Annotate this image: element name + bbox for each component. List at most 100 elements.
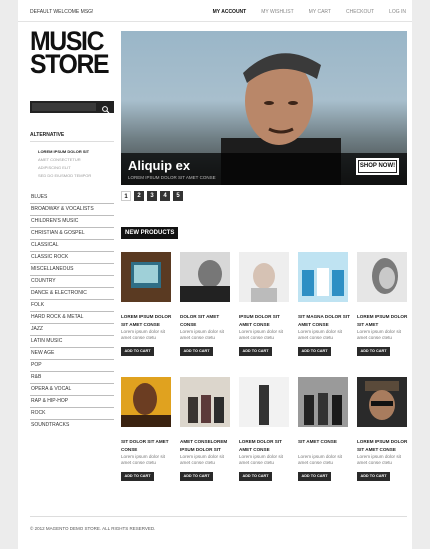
search-input[interactable] [32,103,96,111]
product-thumbnail[interactable] [121,377,171,427]
store-logo[interactable]: MUSIC STORE [30,28,110,79]
product-thumbnail[interactable] [298,252,348,302]
product-card: LOREM DOLOR SIT AMET CONSE Lorem ipsum d… [239,377,291,481]
pager-dot[interactable]: 3 [147,191,157,201]
category-item[interactable]: MISCELLANEOUS [30,264,114,276]
search-box [30,101,114,114]
product-desc: Lorem ipsum dolor sit amet conse ctetu [239,329,283,340]
product-name[interactable]: SIT AMET CONSE [298,438,350,454]
product-thumbnail[interactable] [180,252,230,302]
product-card: AMET CONSELOREM IPSUM DOLOR SIT Lorem ip… [180,377,232,481]
category-item[interactable]: CHRISTIAN & GOSPEL [30,228,114,240]
add-to-cart-button[interactable]: ADD TO CART [298,347,331,356]
search-icon[interactable] [101,102,111,114]
pager-dot[interactable]: 1 [121,191,131,201]
welcome-message: DEFAULT WELCOME MSG! [30,9,94,15]
product-desc: Lorem ipsum dolor sit amet conse ctetu [121,329,165,340]
product-name[interactable]: LOREM IPSUM DOLOR SIT AMET CONSE [357,438,409,454]
product-name[interactable]: IPSUM DOLOR SIT AMET CONSE [239,313,291,329]
product-thumbnail[interactable] [239,377,289,427]
product-desc: Lorem ipsum dolor sit amet conse ctetu [180,329,224,340]
account-links: MY ACCOUNT MY WISHLIST MY CART CHECKOUT … [198,9,406,15]
my-cart-link[interactable]: MY CART [309,9,331,15]
category-item[interactable]: FOLK [30,300,114,312]
category-item[interactable]: SOUNDTRACKS [30,420,114,432]
category-item[interactable]: COUNTRY [30,276,114,288]
product-name[interactable]: LOREM IPSUM DOLOR SIT AMET CONSE [121,313,173,329]
logo-line-2: STORE [30,49,110,79]
product-name[interactable]: SIT DOLOR SIT AMET CONSE [121,438,173,454]
add-to-cart-button[interactable]: ADD TO CART [357,472,390,481]
add-to-cart-button[interactable]: ADD TO CART [121,347,154,356]
category-item[interactable]: LATIN MUSIC [30,336,114,348]
alt-item[interactable]: SED DO EIUSMOD TEMPOR [38,172,91,180]
checkout-link[interactable]: CHECKOUT [346,9,374,15]
product-thumbnail[interactable] [298,377,348,427]
category-item[interactable]: CHILDREN'S MUSIC [30,216,114,228]
category-item[interactable]: R&B [30,372,114,384]
product-thumbnail[interactable] [357,377,407,427]
product-thumbnail[interactable] [357,252,407,302]
add-to-cart-button[interactable]: ADD TO CART [180,472,213,481]
category-item[interactable]: ROCK [30,408,114,420]
product-card: SIT AMET CONSE Lorem ipsum dolor sit ame… [298,377,350,481]
product-name[interactable]: LOREM IPSUM DOLOR SIT AMET [357,313,409,329]
top-bar: DEFAULT WELCOME MSG! MY ACCOUNT MY WISHL… [18,0,412,22]
my-wishlist-link[interactable]: MY WISHLIST [261,9,293,15]
page: DEFAULT WELCOME MSG! MY ACCOUNT MY WISHL… [18,0,412,549]
hero-banner[interactable]: Aliquip ex LOREM IPSUM DOLOR SIT AMET CO… [121,31,407,185]
category-item[interactable]: RAP & HIP-HOP [30,396,114,408]
product-card: SIT MAGNA DOLOR SIT AMET CONSE Lorem ips… [298,252,350,356]
product-thumbnail[interactable] [239,252,289,302]
banner-title: Aliquip ex [128,158,191,173]
product-name[interactable]: AMET CONSELOREM IPSUM DOLOR SIT [180,438,232,454]
category-item[interactable]: NEW AGE [30,348,114,360]
sidebar-alt-list: LOREM IPSUM DOLOR SIT AMET CONSECTETUR A… [38,148,91,180]
category-item[interactable]: CLASSIC ROCK [30,252,114,264]
pager-dot[interactable]: 4 [160,191,170,201]
alt-item[interactable]: AMET CONSECTETUR [38,156,91,164]
divider [30,516,407,517]
banner-pager: 1 2 3 4 5 [121,191,186,201]
login-link[interactable]: LOG IN [389,9,406,15]
product-thumbnail[interactable] [180,377,230,427]
category-item[interactable]: BROADWAY & VOCALISTS [30,204,114,216]
product-thumbnail[interactable] [121,252,171,302]
add-to-cart-button[interactable]: ADD TO CART [298,472,331,481]
new-products-heading: NEW PRODUCTS [121,227,179,239]
add-to-cart-button[interactable]: ADD TO CART [239,347,272,356]
add-to-cart-button[interactable]: ADD TO CART [121,472,154,481]
alt-item[interactable]: LOREM IPSUM DOLOR SIT [38,148,91,156]
product-card: LOREM IPSUM DOLOR SIT AMET CONSE Lorem i… [357,377,409,481]
product-card: SIT DOLOR SIT AMET CONSE Lorem ipsum dol… [121,377,173,481]
product-name[interactable]: LOREM DOLOR SIT AMET CONSE [239,438,291,454]
product-card: DOLOR SIT AMET CONSE Lorem ipsum dolor s… [180,252,232,356]
category-item[interactable]: DANCE & ELECTRONIC [30,288,114,300]
pager-dot[interactable]: 5 [173,191,183,201]
divider [30,141,114,142]
alt-item[interactable]: ADIPISCING ELIT [38,164,91,172]
category-item[interactable]: POP [30,360,114,372]
shop-now-button[interactable]: SHOP NOW! [356,158,399,175]
category-list: BLUES BROADWAY & VOCALISTS CHILDREN'S MU… [30,192,114,432]
product-desc: Lorem ipsum dolor sit amet conse ctetu [180,454,224,465]
product-card: IPSUM DOLOR SIT AMET CONSE Lorem ipsum d… [239,252,291,356]
product-name[interactable]: SIT MAGNA DOLOR SIT AMET CONSE [298,313,350,329]
add-to-cart-button[interactable]: ADD TO CART [357,347,390,356]
product-desc: Lorem ipsum dolor sit amet conse ctetu [298,454,342,465]
product-desc: Lorem ipsum dolor sit amet conse ctetu [357,454,401,465]
category-item[interactable]: OPERA & VOCAL [30,384,114,396]
product-name[interactable]: DOLOR SIT AMET CONSE [180,313,232,329]
product-card: LOREM IPSUM DOLOR SIT AMET CONSE Lorem i… [121,252,173,356]
product-desc: Lorem ipsum dolor sit amet conse ctetu [121,454,165,465]
pager-dot[interactable]: 2 [134,191,144,201]
add-to-cart-button[interactable]: ADD TO CART [239,472,272,481]
category-item[interactable]: CLASSICAL [30,240,114,252]
sidebar-alt-title: ALTERNATIVE [30,132,65,138]
my-account-link[interactable]: MY ACCOUNT [213,9,247,15]
category-item[interactable]: BLUES [30,192,114,204]
category-item[interactable]: JAZZ [30,324,114,336]
product-card: LOREM IPSUM DOLOR SIT AMET Lorem ipsum d… [357,252,409,356]
add-to-cart-button[interactable]: ADD TO CART [180,347,213,356]
category-item[interactable]: HARD ROCK & METAL [30,312,114,324]
